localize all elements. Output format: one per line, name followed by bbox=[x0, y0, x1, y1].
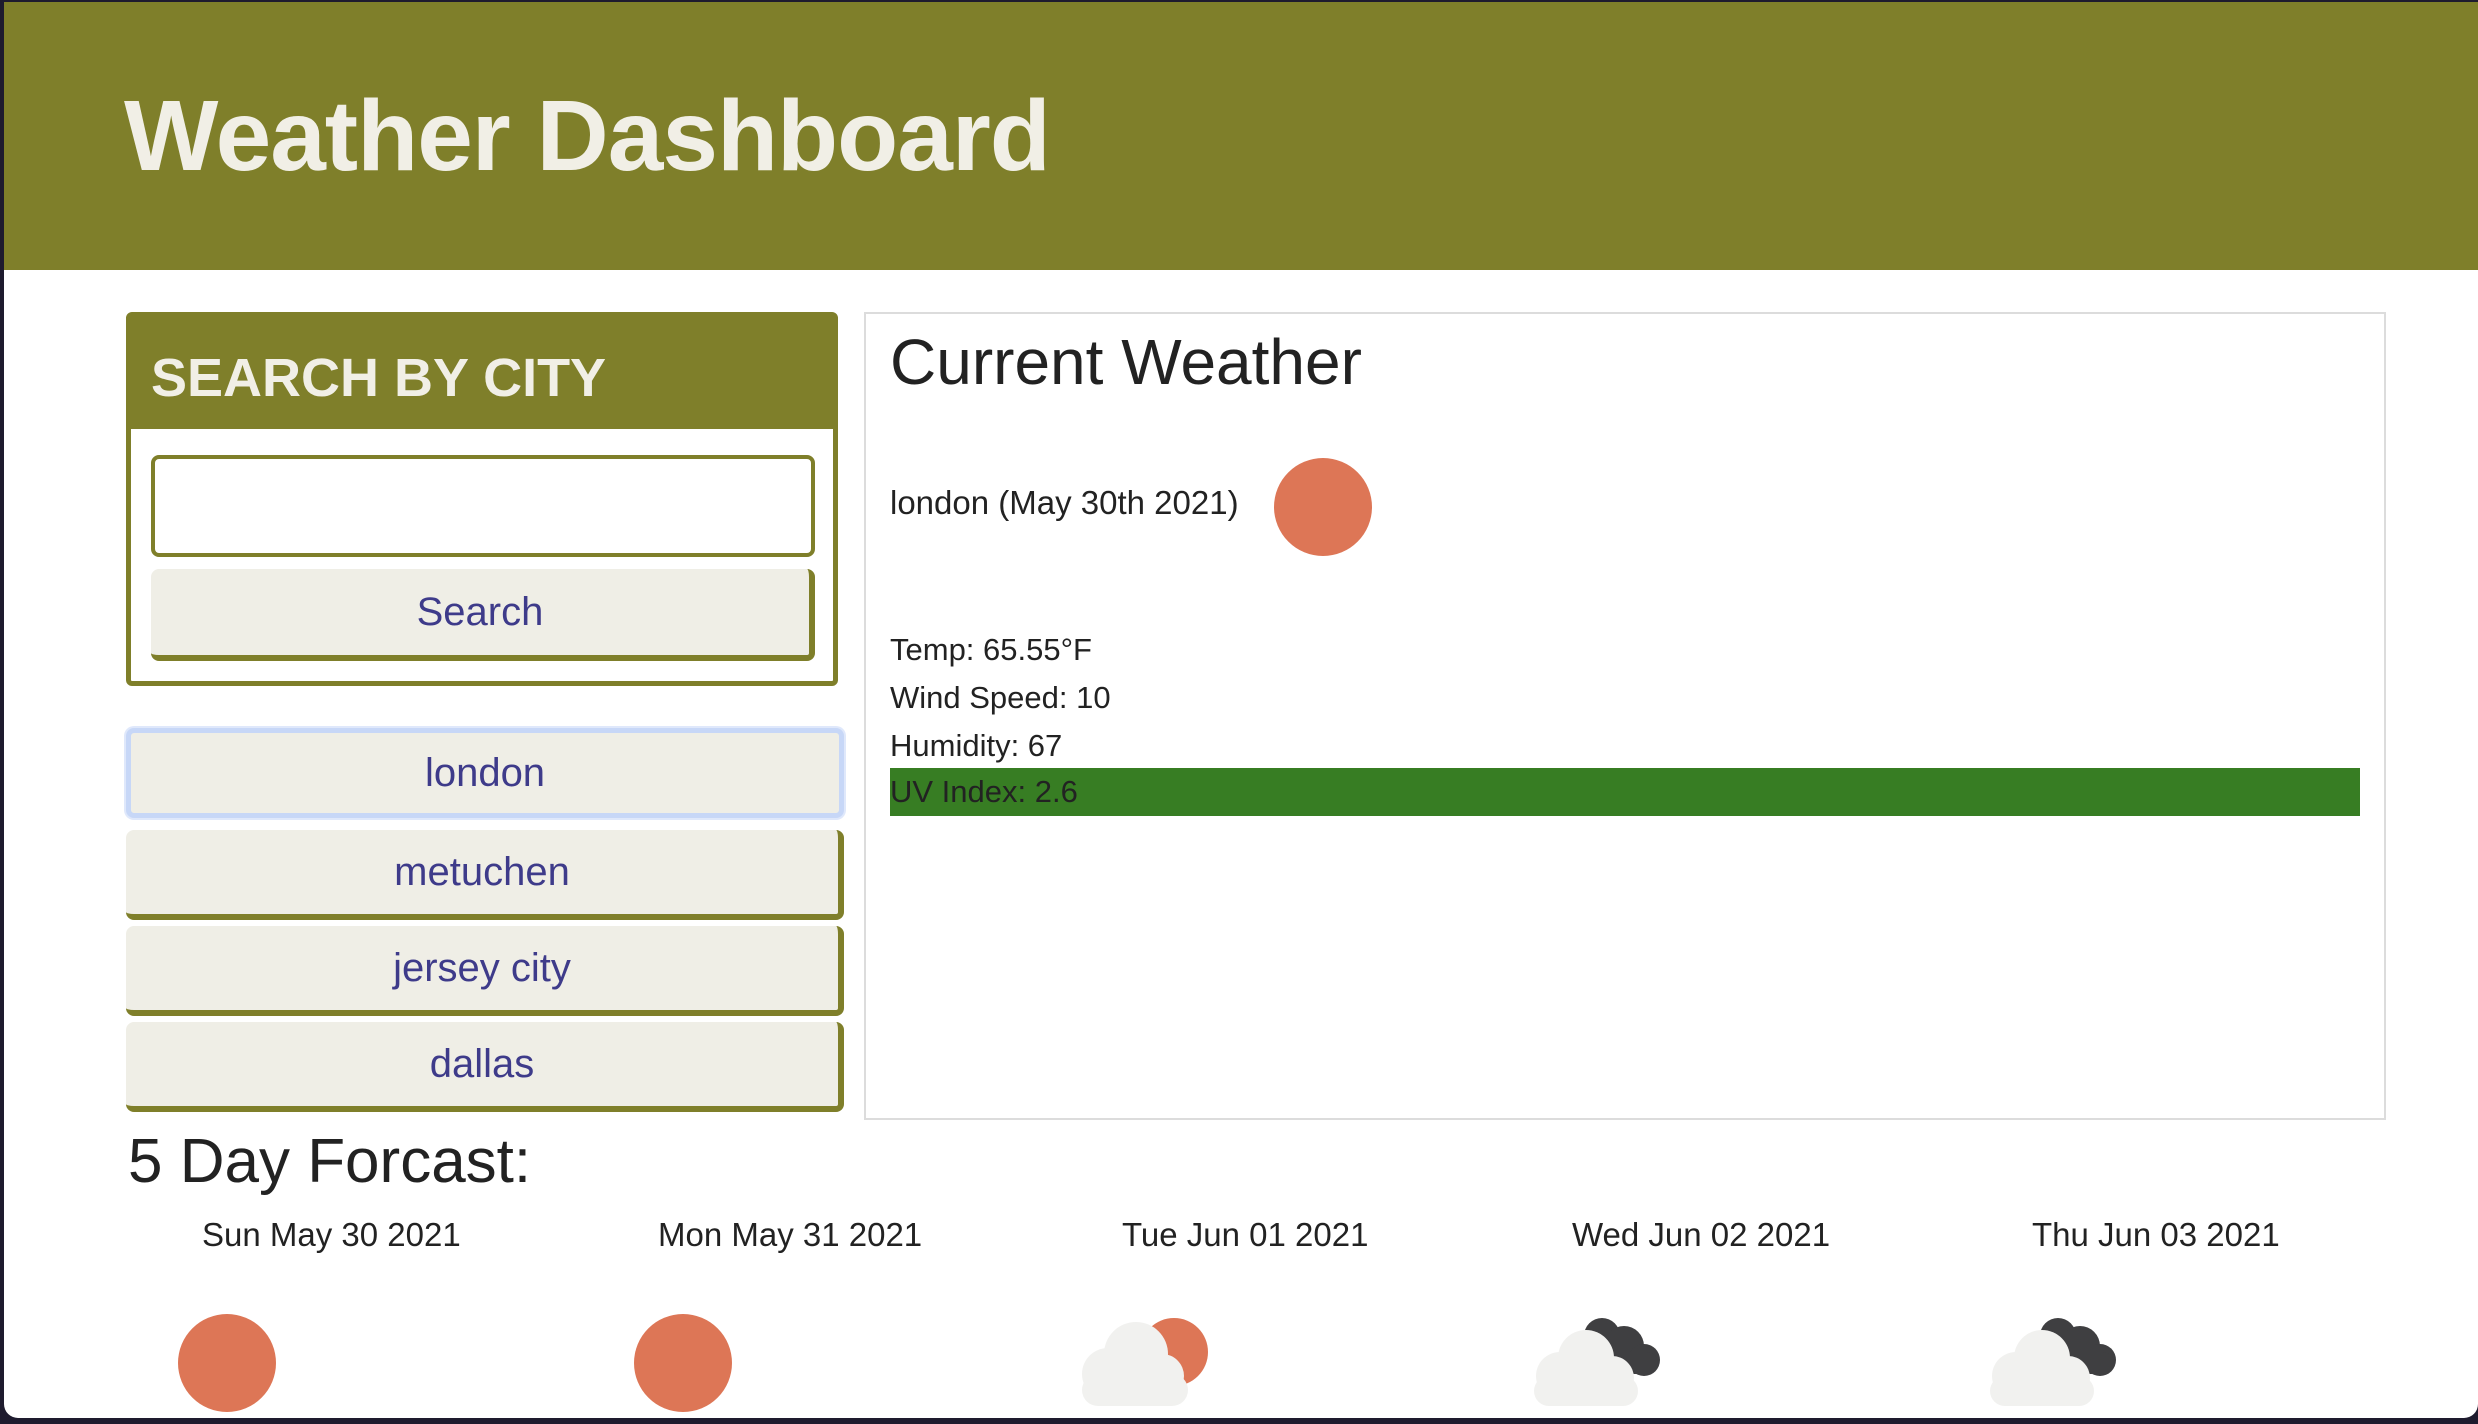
search-card-header: SEARCH BY CITY bbox=[131, 317, 833, 429]
wind-speed-value: Wind Speed: 10 bbox=[890, 680, 1111, 715]
current-weather-heading: Current Weather bbox=[890, 326, 1362, 398]
temp-value: Temp: 65.55°F bbox=[890, 632, 1092, 667]
search-card: SEARCH BY CITY Search bbox=[126, 312, 838, 686]
history-item-metuchen[interactable]: metuchen bbox=[126, 830, 844, 920]
forecast-date: Tue Jun 01 2021 bbox=[1122, 1216, 1369, 1253]
cloudy-icon bbox=[1534, 1318, 1660, 1406]
header-bar: Weather Dashboard bbox=[4, 2, 2478, 270]
page-title: Weather Dashboard bbox=[124, 80, 1051, 192]
forecast-date: Mon May 31 2021 bbox=[658, 1216, 923, 1253]
sun-icon bbox=[178, 1314, 276, 1412]
forecast-date: Thu Jun 03 2021 bbox=[2032, 1216, 2280, 1253]
sun-icon bbox=[634, 1314, 732, 1412]
forecast-date: Sun May 30 2021 bbox=[202, 1216, 461, 1253]
app-page: Weather Dashboard SEARCH BY CITY Search … bbox=[4, 2, 2478, 1418]
search-input[interactable] bbox=[151, 455, 815, 557]
history-item-dallas[interactable]: dallas bbox=[126, 1022, 844, 1112]
cloudy-icon bbox=[1990, 1318, 2116, 1406]
uv-index-bar: UV Index: 2.6 bbox=[890, 768, 2360, 816]
humidity-value: Humidity: 67 bbox=[890, 728, 1063, 763]
uv-index-value: UV Index: 2.6 bbox=[890, 774, 1078, 809]
current-city-date: london (May 30th 2021) bbox=[890, 484, 1239, 521]
forecast-date: Wed Jun 02 2021 bbox=[1572, 1216, 1831, 1253]
current-weather-panel: Current Weather london (May 30th 2021) T… bbox=[864, 312, 2386, 1120]
search-heading: SEARCH BY CITY bbox=[151, 348, 607, 408]
forecast-title: 5 Day Forcast: bbox=[128, 1127, 532, 1196]
sun-icon bbox=[1274, 458, 1372, 556]
search-button[interactable]: Search bbox=[151, 569, 815, 661]
partly-cloudy-icon bbox=[1082, 1318, 1208, 1406]
history-item-jersey-city[interactable]: jersey city bbox=[126, 926, 844, 1016]
history-item-london[interactable]: london bbox=[126, 728, 844, 818]
